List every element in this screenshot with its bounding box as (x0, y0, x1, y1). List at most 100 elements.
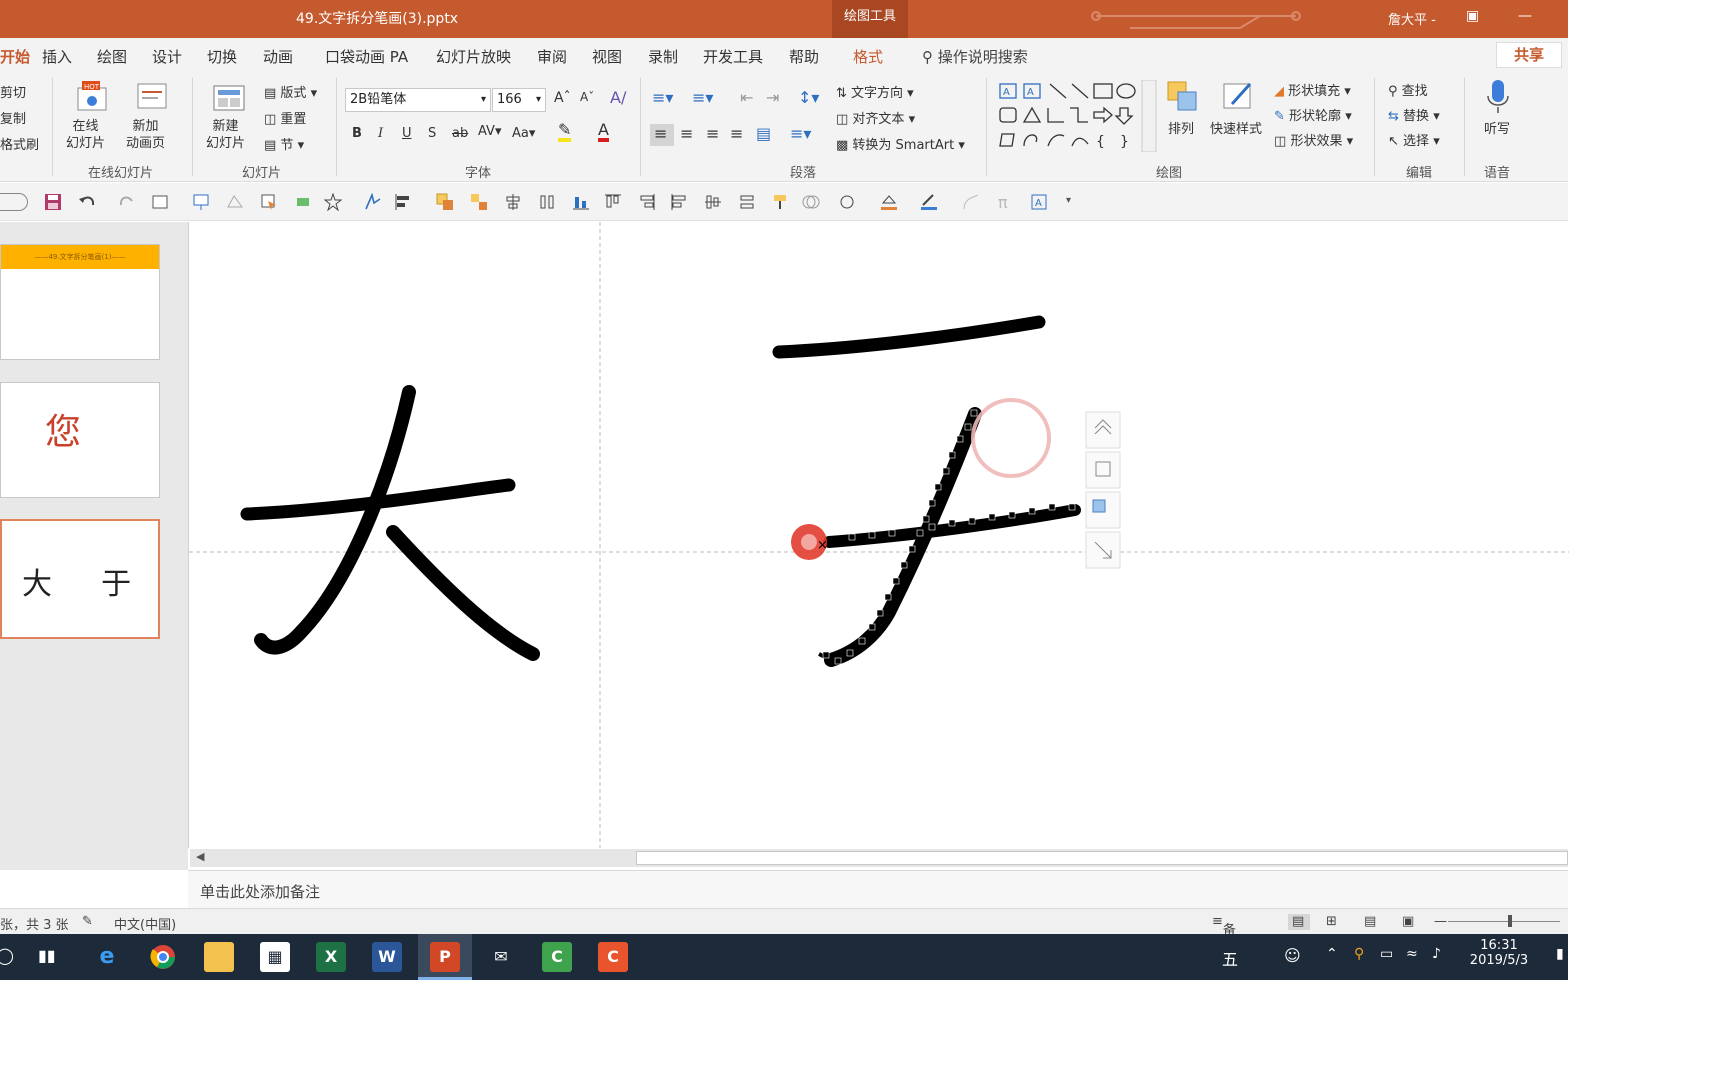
mail-icon[interactable]: ✉ (486, 942, 516, 972)
layout-button[interactable]: ▤ 版式 ▾ (264, 82, 317, 101)
change-case-icon[interactable]: Aa▾ (512, 126, 535, 141)
tab-pocket-animation[interactable]: 口袋动画 PA (325, 46, 408, 67)
shape-outline-button[interactable]: ✎ 形状轮廓 ▾ (1274, 105, 1352, 124)
decrease-indent-icon[interactable]: ⇤ (740, 88, 753, 107)
spellcheck-icon[interactable]: ✎ (82, 914, 93, 929)
tab-record[interactable]: 录制 (648, 46, 678, 67)
find-button[interactable]: ⚲ 查找 (1388, 80, 1428, 99)
underline-icon[interactable]: U (402, 126, 412, 141)
chrome-icon[interactable] (148, 942, 178, 972)
grow-font-icon[interactable]: Aˆ (554, 90, 571, 106)
merge-shapes-icon[interactable] (802, 193, 820, 211)
people-icon[interactable]: ☺ (1284, 946, 1301, 965)
char-spacing-icon[interactable]: AV▾ (478, 124, 501, 139)
slideshow-view-icon[interactable]: ▣ (1402, 914, 1414, 929)
task-view-icon[interactable]: ▮▮ (38, 946, 56, 965)
stroke-top-horizontal[interactable] (772, 315, 1046, 359)
copy-button[interactable]: 复制 (0, 108, 26, 127)
crop-button[interactable] (1085, 451, 1121, 489)
align-center-icon[interactable]: ≡ (680, 124, 693, 143)
edge-browser-icon[interactable]: e (92, 942, 122, 972)
dictate-button[interactable]: 听写 (1484, 118, 1510, 137)
tab-slideshow[interactable]: 幻灯片放映 (436, 46, 511, 67)
align-left-edges-icon[interactable] (670, 193, 688, 211)
ime-indicator[interactable]: 五 (1222, 946, 1238, 970)
tab-design[interactable]: 设计 (152, 46, 182, 67)
minimize-button[interactable]: — (1518, 8, 1532, 24)
ungroup-icon[interactable] (470, 193, 488, 211)
bold-icon[interactable]: B (352, 126, 362, 141)
distributed-icon[interactable]: ▤ (756, 124, 771, 143)
slide-sorter-icon[interactable]: ⊞ (1326, 914, 1337, 929)
fill-color-icon[interactable] (880, 193, 898, 211)
slide-thumbnail-2[interactable]: 您 (0, 382, 160, 498)
wifi-icon[interactable]: ≈ (1406, 946, 1418, 962)
customize-qat-icon[interactable]: ▾ (1066, 195, 1071, 206)
new-slide-button[interactable]: 新建 幻灯片 (206, 118, 245, 152)
reading-view-icon[interactable]: ▤ (1364, 914, 1376, 929)
distribute-icon[interactable] (294, 193, 312, 211)
curve-icon[interactable] (962, 193, 980, 211)
tab-view[interactable]: 视图 (592, 46, 622, 67)
edit-shape-icon[interactable] (838, 193, 856, 211)
clock[interactable]: 16:31 2019/5/3 (1464, 938, 1534, 968)
tab-draw[interactable]: 绘图 (97, 46, 127, 67)
text-direction-button[interactable]: ⇅ 文字方向 ▾ (836, 82, 914, 101)
notes-toggle-button[interactable]: ≡ 备注 (1212, 914, 1236, 957)
align-bottom-icon[interactable] (572, 193, 590, 211)
freeform-icon[interactable] (364, 193, 382, 211)
undo-icon[interactable] (78, 193, 96, 211)
shape-effects-button[interactable]: ◫ 形状效果 ▾ (1274, 130, 1353, 149)
star-icon[interactable] (324, 193, 342, 211)
align-right-objects-icon[interactable] (638, 193, 656, 211)
edit-points-icon[interactable] (226, 193, 244, 211)
text-box-icon[interactable]: A (1030, 193, 1048, 211)
align-left-objects-icon[interactable] (394, 193, 412, 211)
smartart-button[interactable]: ▩ 转换为 SmartArt ▾ (836, 134, 965, 153)
zoom-slider-thumb[interactable] (1508, 915, 1512, 927)
language-indicator[interactable]: 中文(中国) (114, 914, 176, 933)
stroke-left-falling[interactable] (254, 385, 416, 655)
tab-home[interactable]: 开始 (0, 46, 30, 67)
show-desktop-button[interactable]: ▮ (1556, 946, 1564, 962)
shadow-icon[interactable]: S (428, 126, 436, 141)
select-button[interactable]: ↖ 选择 ▾ (1388, 130, 1440, 149)
new-animation-page-button[interactable]: 新加 动画页 (126, 118, 165, 152)
font-name-combo[interactable]: 2B铅笔体 ▾ (345, 88, 491, 112)
line-spacing-icon[interactable]: ↕▾ (798, 88, 819, 107)
present-icon[interactable] (192, 193, 210, 211)
camtasia-recorder-icon[interactable]: C (598, 942, 628, 972)
tab-developer[interactable]: 开发工具 (703, 46, 763, 67)
notes-pane[interactable]: 单击此处添加备注 (188, 870, 1568, 908)
scroll-left-icon[interactable]: ◀ (196, 850, 204, 863)
character-da-strokes[interactable] (240, 385, 540, 661)
format-painter-button[interactable]: 格式刷 (0, 134, 39, 153)
highlight-icon[interactable]: ✎ (558, 122, 572, 142)
bring-forward-button[interactable] (1085, 411, 1121, 449)
selection-pane-icon[interactable] (260, 193, 278, 211)
user-name[interactable]: 詹大平 - (1388, 9, 1436, 28)
distribute-h-icon[interactable] (538, 193, 556, 211)
tab-animations[interactable]: 动画 (263, 46, 293, 67)
equation-icon[interactable]: π (996, 193, 1014, 211)
redo-icon[interactable] (118, 193, 136, 211)
tab-transitions[interactable]: 切换 (207, 46, 237, 67)
stroke-right-falling[interactable] (386, 525, 540, 661)
arrange-button[interactable]: 排列 (1168, 118, 1194, 137)
distribute-v-icon[interactable] (738, 193, 756, 211)
tab-insert[interactable]: 插入 (42, 46, 72, 67)
slide-counter[interactable]: 张，共 3 张 (0, 914, 69, 933)
tray-app-icon[interactable]: ⚲ (1354, 946, 1364, 962)
slide-thumbnail-1[interactable]: ——49.文字拆分笔画(1)—— (0, 244, 160, 360)
align-middle-icon[interactable] (704, 193, 722, 211)
tab-format[interactable]: 格式 (853, 46, 883, 67)
group-objects-icon[interactable] (436, 193, 454, 211)
bullets-icon[interactable]: ≡▾ (652, 88, 673, 107)
online-slides-button[interactable]: 在线 幻灯片 (66, 118, 105, 152)
tab-help[interactable]: 帮助 (789, 46, 819, 67)
horizontal-scrollbar[interactable]: ◀ (190, 849, 1568, 867)
tab-review[interactable]: 审阅 (537, 46, 567, 67)
align-top-icon[interactable] (604, 193, 622, 211)
outline-color-icon[interactable] (920, 193, 938, 211)
section-button[interactable]: ▤ 节 ▾ (264, 134, 304, 153)
